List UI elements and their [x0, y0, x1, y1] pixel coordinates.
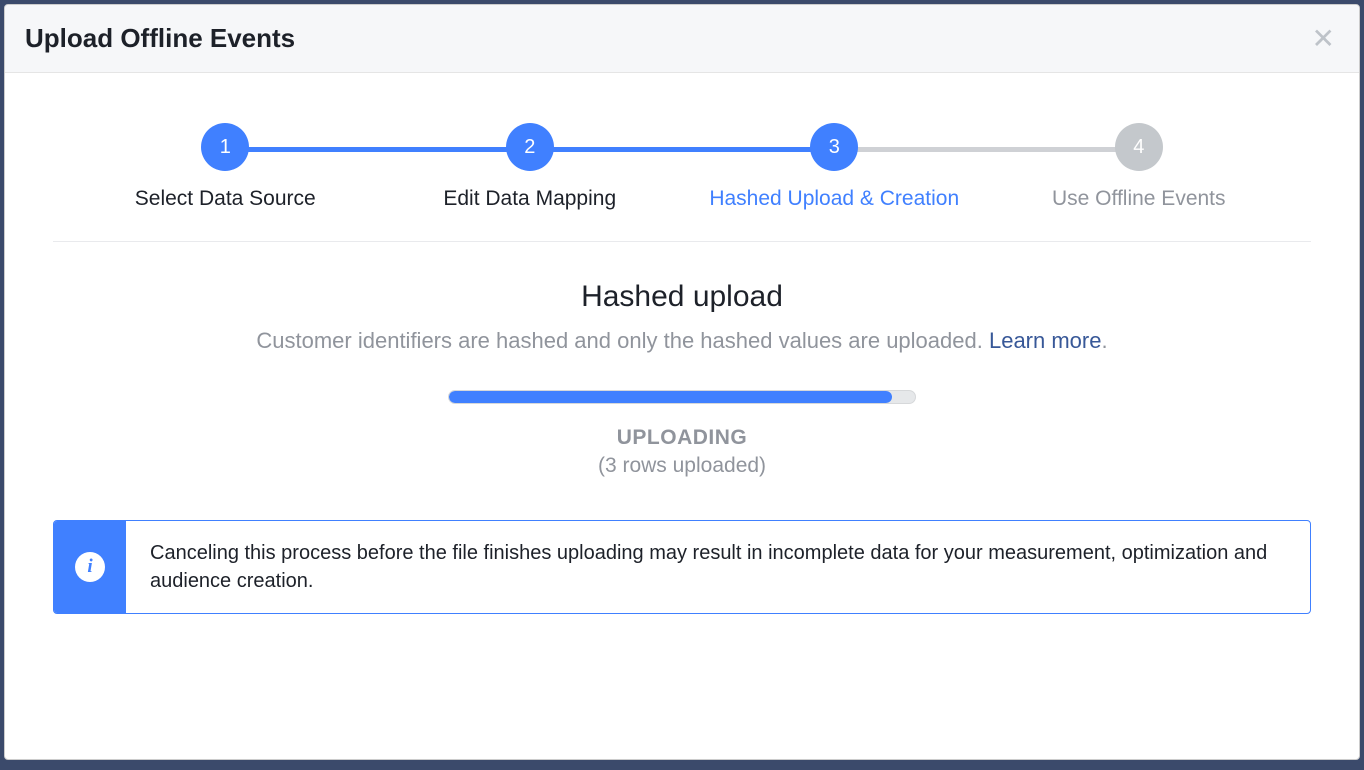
- progress-stepper: 1 Select Data Source 2 Edit Data Mapping…: [53, 123, 1311, 211]
- info-icon-box: i: [54, 521, 126, 613]
- upload-rows-label: (3 rows uploaded): [53, 454, 1311, 478]
- step-label-2: Edit Data Mapping: [443, 187, 616, 211]
- dialog-title: Upload Offline Events: [25, 23, 295, 54]
- info-banner: i Canceling this process before the file…: [53, 520, 1311, 614]
- progress-bar: [448, 390, 916, 404]
- step-label-3: Hashed Upload & Creation: [709, 187, 959, 211]
- subtitle-text: Customer identifiers are hashed and only…: [256, 328, 989, 353]
- step-label-4: Use Offline Events: [1052, 187, 1226, 211]
- step-circle-1: 1: [201, 123, 249, 171]
- upload-status-label: UPLOADING: [53, 426, 1311, 450]
- dialog-header: Upload Offline Events ✕: [5, 5, 1359, 73]
- step-circle-2: 2: [506, 123, 554, 171]
- info-icon: i: [75, 552, 105, 582]
- info-banner-text: Canceling this process before the file f…: [126, 521, 1310, 613]
- step-use-offline-events: 4 Use Offline Events: [987, 123, 1292, 211]
- content-title: Hashed upload: [53, 280, 1311, 314]
- step-edit-data-mapping[interactable]: 2 Edit Data Mapping: [378, 123, 683, 211]
- step-label-1: Select Data Source: [135, 187, 316, 211]
- progress-track: [448, 390, 916, 404]
- learn-more-link[interactable]: Learn more: [989, 328, 1102, 353]
- subtitle-suffix: .: [1101, 328, 1107, 353]
- step-hashed-upload[interactable]: 3 Hashed Upload & Creation: [682, 123, 987, 211]
- step-circle-3: 3: [810, 123, 858, 171]
- progress-fill: [449, 391, 892, 403]
- dialog-body: 1 Select Data Source 2 Edit Data Mapping…: [5, 73, 1359, 759]
- step-circle-4: 4: [1115, 123, 1163, 171]
- close-icon[interactable]: ✕: [1308, 25, 1339, 53]
- upload-offline-events-dialog: Upload Offline Events ✕ 1 Select Data So…: [4, 4, 1360, 760]
- step-select-data-source[interactable]: 1 Select Data Source: [73, 123, 378, 211]
- content-subtitle: Customer identifiers are hashed and only…: [53, 328, 1311, 354]
- divider: [53, 241, 1311, 242]
